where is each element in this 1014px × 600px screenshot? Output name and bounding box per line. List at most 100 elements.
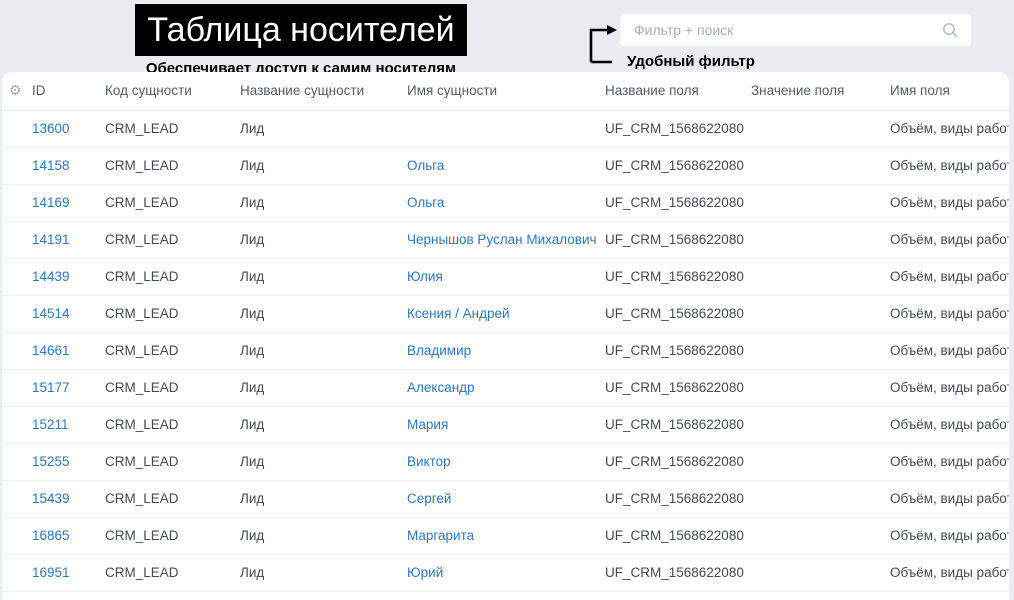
entity-name-link[interactable]: Владимир [407, 343, 471, 358]
id-link[interactable]: 14661 [32, 343, 70, 358]
cell-entity-code: CRM_LEAD [105, 443, 240, 480]
cell-field-value [751, 406, 890, 443]
cell-entity-name [407, 110, 605, 147]
entity-name-link[interactable]: Чернышов Руслан Михалович [407, 232, 597, 247]
cell-field-code: UF_CRM_1568622080 [605, 184, 751, 221]
id-link[interactable]: 15255 [32, 454, 70, 469]
cell-entity-name: Владимир [407, 332, 605, 369]
row-gear-spacer [2, 480, 32, 517]
column-header-field-name[interactable]: Имя поля [890, 72, 1009, 110]
id-link[interactable]: 15177 [32, 380, 70, 395]
table-row: 14439 CRM_LEAD Лид Юлия UF_CRM_156862208… [2, 258, 1009, 295]
column-header-entity-name[interactable]: Имя сущности [407, 72, 605, 110]
cell-id: 15211 [32, 406, 105, 443]
cell-entity-title: Лид [240, 517, 407, 554]
id-link[interactable]: 14191 [32, 232, 70, 247]
id-link[interactable]: 15211 [32, 417, 69, 432]
entity-name-link[interactable]: Маргарита [407, 528, 474, 543]
table-row: 14191 CRM_LEAD Лид Чернышов Руслан Михал… [2, 221, 1009, 258]
row-gear-spacer [2, 110, 32, 147]
cell-id: 14158 [32, 147, 105, 184]
id-link[interactable]: 16951 [32, 565, 70, 580]
entity-name-link[interactable]: Александр [407, 380, 475, 395]
cell-field-value [751, 110, 890, 147]
cell-field-name: Объём, виды работ [890, 443, 1009, 480]
id-link[interactable]: 14514 [32, 306, 70, 321]
column-header-field-code[interactable]: Название поля [605, 72, 751, 110]
filter-annotation-label: Удобный фильтр [627, 53, 755, 70]
page-title-text: Таблица носителей [147, 11, 454, 50]
cell-entity-title: Лид [240, 406, 407, 443]
cell-field-name: Объём, виды работ [890, 406, 1009, 443]
cell-entity-title: Лид [240, 369, 407, 406]
table-header-row: ⚙ ID Код сущности Название сущности Имя … [2, 72, 1009, 110]
cell-field-value [751, 554, 890, 591]
search-icon[interactable] [942, 22, 959, 39]
cell-entity-code: CRM_LEAD [105, 147, 240, 184]
cell-field-name: Объём, виды работ [890, 221, 1009, 258]
row-gear-spacer [2, 443, 32, 480]
cell-entity-title: Лид [240, 554, 407, 591]
entity-name-link[interactable]: Сергей [407, 491, 451, 506]
table-row: 15255 CRM_LEAD Лид Виктор UF_CRM_1568622… [2, 443, 1009, 480]
cell-entity-title: Лид [240, 221, 407, 258]
cell-field-name: Объём, виды работ [890, 517, 1009, 554]
entity-name-link[interactable]: Мария [407, 417, 448, 432]
row-gear-spacer [2, 406, 32, 443]
cell-field-code: UF_CRM_1568622080 [605, 406, 751, 443]
cell-field-code: UF_CRM_1568622080 [605, 517, 751, 554]
cell-field-code: UF_CRM_1568622080 [605, 147, 751, 184]
cell-field-name: Объём, виды работ [890, 110, 1009, 147]
cell-entity-name: Мария [407, 406, 605, 443]
entity-name-link[interactable]: Ольга [407, 195, 444, 210]
cell-field-code: UF_CRM_1568622080 [605, 369, 751, 406]
entity-name-link[interactable]: Ольга [407, 158, 444, 173]
column-header-field-value[interactable]: Значение поля [751, 72, 890, 110]
entity-name-link[interactable]: Юлия [407, 269, 443, 284]
cell-entity-code: CRM_LEAD [105, 406, 240, 443]
cell-field-code: UF_CRM_1568622080 [605, 332, 751, 369]
table-row: 14158 CRM_LEAD Лид Ольга UF_CRM_15686220… [2, 147, 1009, 184]
cell-entity-name: Юрий [407, 554, 605, 591]
media-table: ⚙ ID Код сущности Название сущности Имя … [2, 72, 1009, 592]
cell-entity-title: Лид [240, 184, 407, 221]
cell-entity-code: CRM_LEAD [105, 517, 240, 554]
row-gear-spacer [2, 517, 32, 554]
search-input[interactable] [620, 22, 942, 38]
cell-entity-title: Лид [240, 258, 407, 295]
table-row: 14661 CRM_LEAD Лид Владимир UF_CRM_15686… [2, 332, 1009, 369]
grid-settings-cell[interactable]: ⚙ [2, 72, 32, 110]
cell-id: 14191 [32, 221, 105, 258]
cell-field-code: UF_CRM_1568622080 [605, 480, 751, 517]
id-link[interactable]: 16865 [32, 528, 70, 543]
gear-icon[interactable]: ⚙ [9, 82, 22, 98]
cell-field-name: Объём, виды работ [890, 332, 1009, 369]
id-link[interactable]: 13600 [32, 121, 70, 136]
cell-field-value [751, 517, 890, 554]
row-gear-spacer [2, 258, 32, 295]
row-gear-spacer [2, 554, 32, 591]
cell-entity-title: Лид [240, 110, 407, 147]
cell-entity-code: CRM_LEAD [105, 332, 240, 369]
column-header-entity-title[interactable]: Название сущности [240, 72, 407, 110]
filter-search-box[interactable] [620, 14, 971, 46]
cell-field-code: UF_CRM_1568622080 [605, 258, 751, 295]
cell-entity-name: Виктор [407, 443, 605, 480]
row-gear-spacer [2, 221, 32, 258]
entity-name-link[interactable]: Юрий [407, 565, 443, 580]
column-header-id[interactable]: ID [32, 72, 105, 110]
id-link[interactable]: 14158 [32, 158, 70, 173]
entity-name-link[interactable]: Виктор [407, 454, 451, 469]
cell-field-value [751, 443, 890, 480]
entity-name-link[interactable]: Ксения / Андрей [407, 306, 510, 321]
table-row: 16951 CRM_LEAD Лид Юрий UF_CRM_156862208… [2, 554, 1009, 591]
row-gear-spacer [2, 147, 32, 184]
cell-entity-name: Ольга [407, 147, 605, 184]
table-row: 14169 CRM_LEAD Лид Ольга UF_CRM_15686220… [2, 184, 1009, 221]
cell-field-code: UF_CRM_1568622080 [605, 443, 751, 480]
id-link[interactable]: 14439 [32, 269, 70, 284]
id-link[interactable]: 15439 [32, 491, 70, 506]
column-header-entity-code[interactable]: Код сущности [105, 72, 240, 110]
id-link[interactable]: 14169 [32, 195, 70, 210]
callout-arrow-icon [578, 22, 624, 70]
